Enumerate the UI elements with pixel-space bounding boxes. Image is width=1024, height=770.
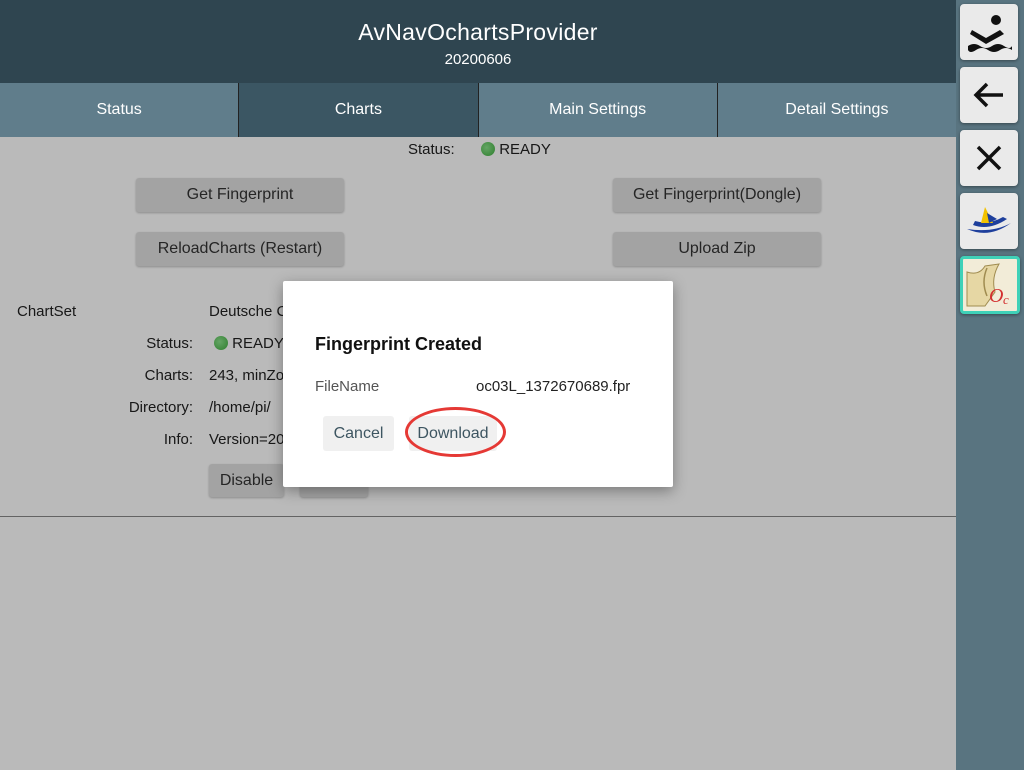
back-arrow-icon: [973, 82, 1003, 108]
app-header: AvNavOchartsProvider 20200606: [0, 0, 956, 83]
right-sidebar: O c: [956, 0, 1024, 770]
filename-value: oc03L_1372670689.fpr: [476, 378, 631, 395]
tab-charts[interactable]: Charts: [239, 83, 479, 137]
fingerprint-dialog: Fingerprint Created FileName oc03L_13726…: [283, 281, 673, 487]
avnav-button[interactable]: [960, 193, 1018, 249]
tab-main-settings[interactable]: Main Settings: [478, 83, 718, 137]
close-button[interactable]: [960, 130, 1018, 186]
avnav-boat-icon: [967, 207, 1011, 233]
close-icon: [976, 145, 1002, 171]
back-button[interactable]: [960, 67, 1018, 123]
cancel-button[interactable]: Cancel: [323, 416, 394, 451]
tab-bar: Status Charts Main Settings Detail Setti…: [0, 83, 956, 137]
ocharts-icon: O c: [966, 263, 1009, 307]
svg-text:c: c: [1003, 292, 1009, 307]
dialog-title: Fingerprint Created: [315, 334, 483, 354]
svg-text:O: O: [989, 285, 1003, 307]
app-version: 20200606: [444, 51, 512, 68]
boat-in-water-icon: [968, 15, 1012, 52]
app-title: AvNavOchartsProvider: [358, 19, 598, 45]
tab-detail-settings[interactable]: Detail Settings: [717, 83, 956, 137]
ocharts-button[interactable]: O c: [960, 256, 1020, 314]
boat-in-water-button[interactable]: [960, 4, 1018, 60]
filename-label: FileName: [315, 378, 380, 395]
tab-status[interactable]: Status: [0, 83, 240, 137]
download-highlight-ring: [405, 407, 506, 457]
